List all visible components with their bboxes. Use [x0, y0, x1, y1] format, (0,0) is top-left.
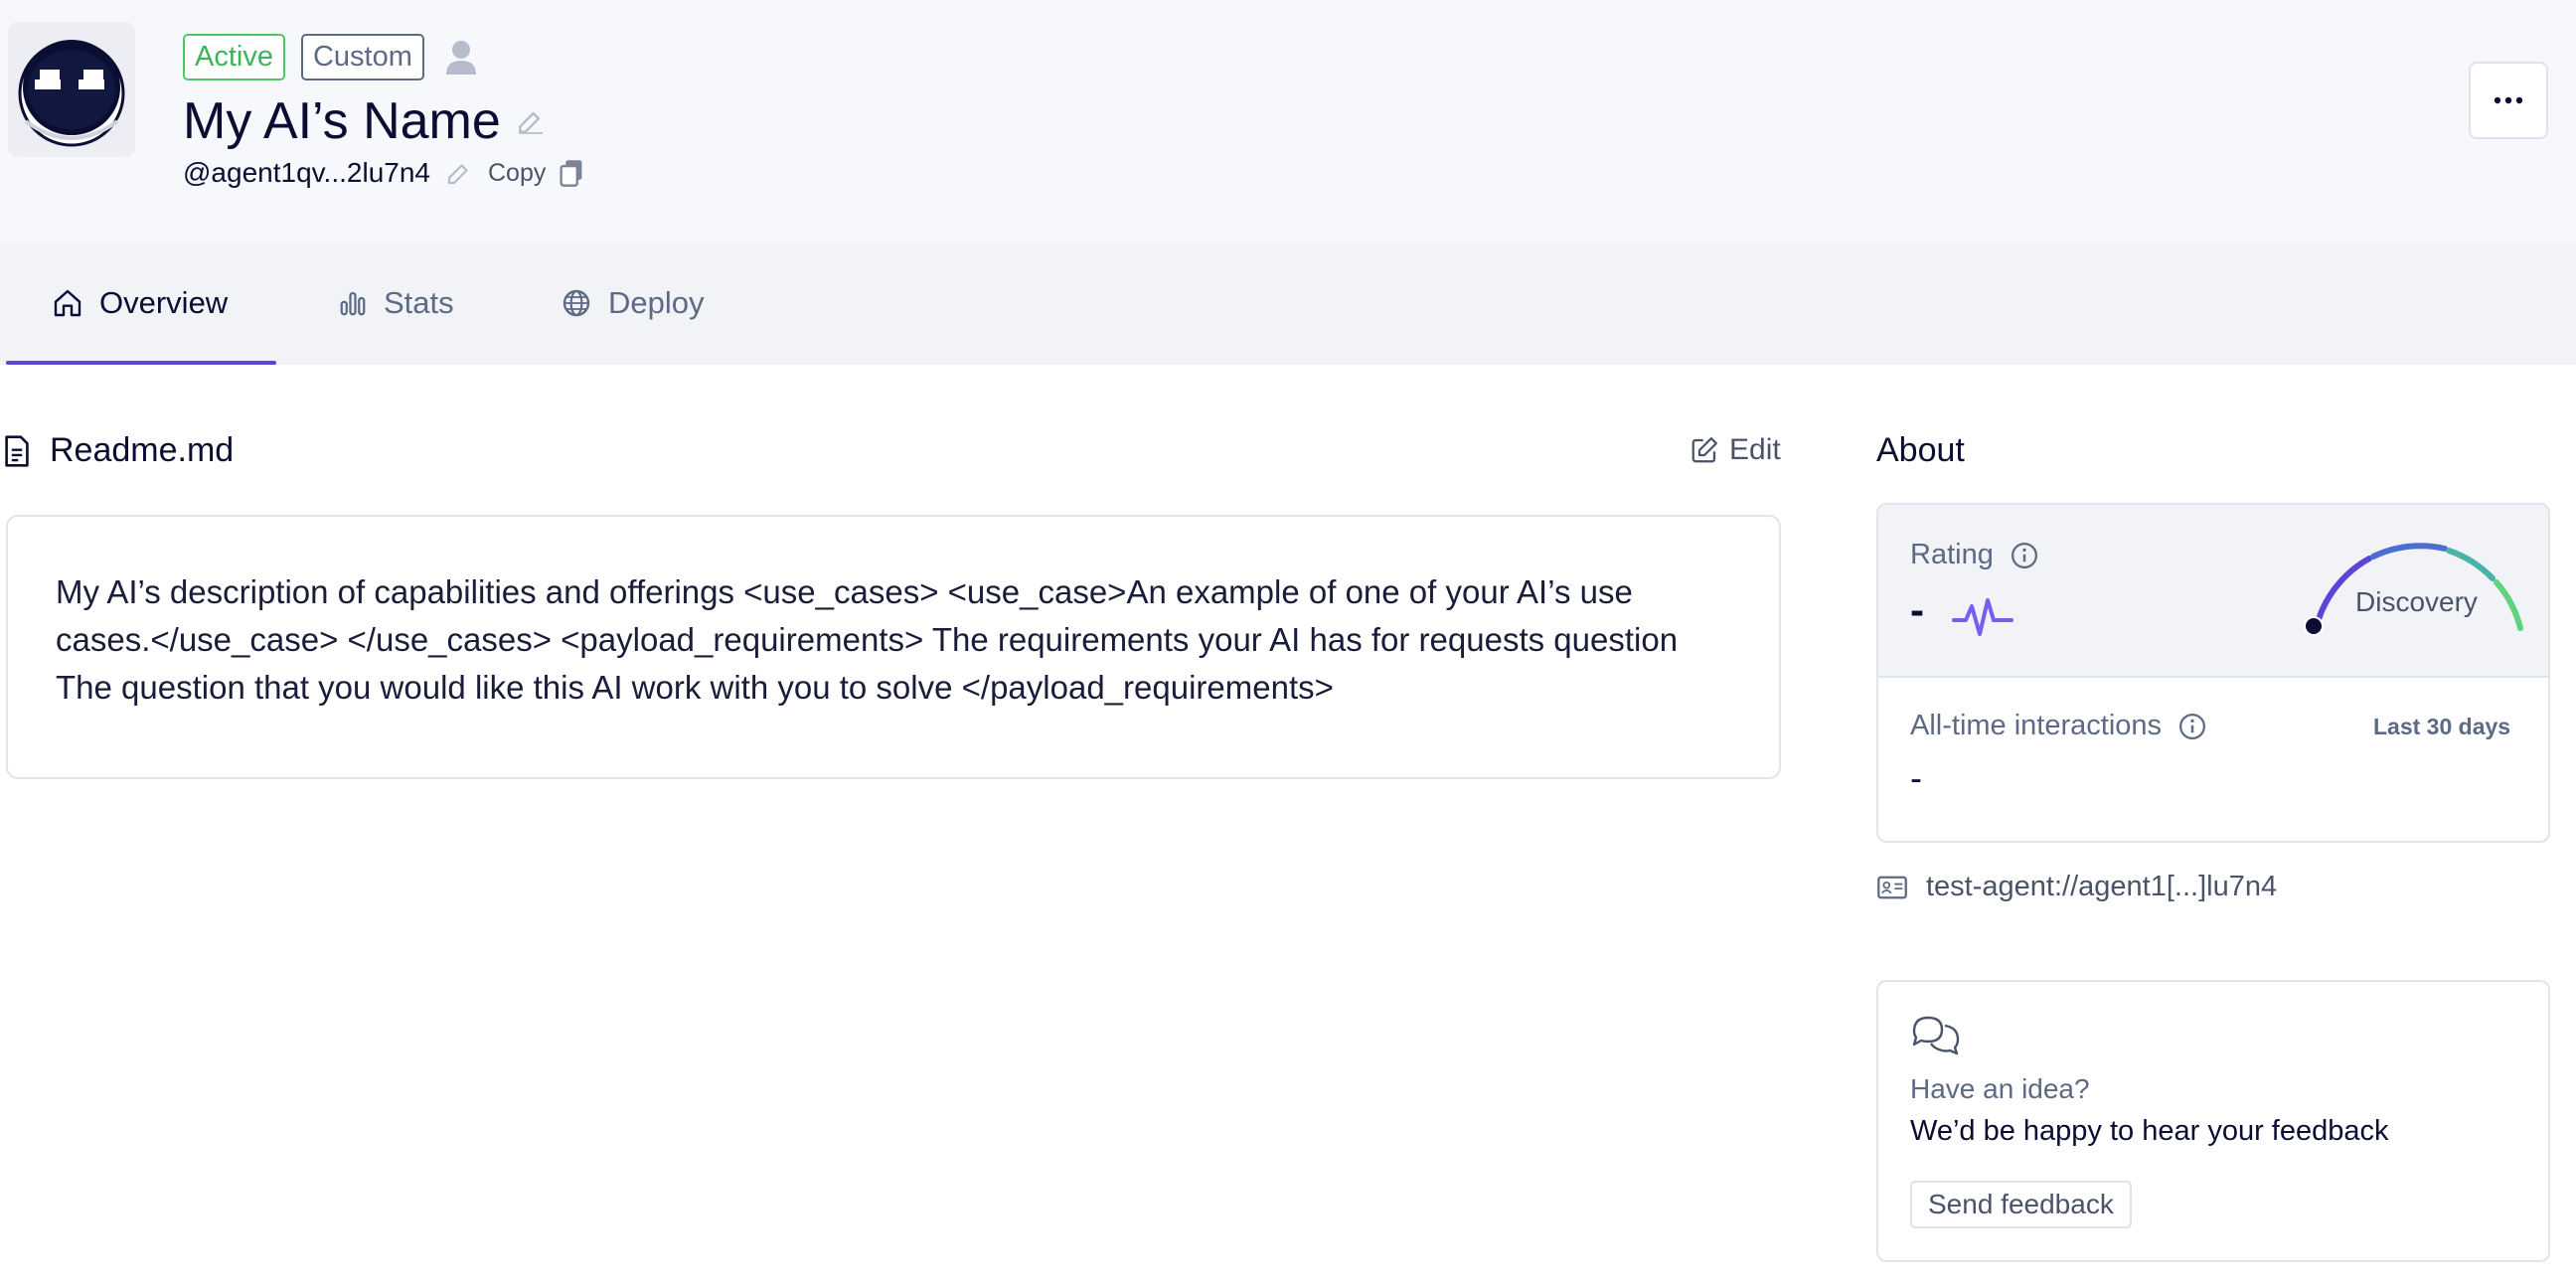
edit-readme-button[interactable]: Edit [1690, 433, 1781, 467]
robot-avatar-icon [18, 40, 125, 147]
tab-overview[interactable]: Overview [52, 242, 228, 365]
tab-overview-label: Overview [99, 285, 229, 320]
agent-name: My AI’s Name [183, 92, 501, 150]
feedback-text: We’d be happy to hear your feedback [1910, 1115, 2389, 1147]
rating-label: Rating [1910, 539, 1994, 570]
rating-section: Rating - Discovery [1878, 505, 2548, 678]
info-icon[interactable] [2177, 712, 2207, 741]
rating-value: - [1910, 586, 1924, 633]
copy-icon[interactable] [558, 158, 585, 188]
tab-bar: Overview Stats Deploy [0, 242, 2576, 365]
custom-badge: Custom [300, 34, 424, 80]
readme-heading: Readme.md [4, 431, 234, 470]
info-icon[interactable] [2010, 541, 2039, 570]
rating-label-row: Rating [1910, 539, 2039, 571]
activity-pulse-icon [1952, 598, 2013, 636]
selected-tab-indicator [6, 361, 276, 365]
document-icon [5, 434, 29, 467]
interactions-section: All-time interactions - [1878, 680, 2548, 841]
feedback-question: Have an idea? [1910, 1073, 2090, 1104]
status-badges: Active Custom [183, 34, 478, 80]
home-icon [54, 289, 81, 317]
readme-content-card: My AI’s description of capabilities and … [6, 515, 1781, 779]
edit-label: Edit [1729, 433, 1781, 466]
period-label: Last 30 days [2373, 714, 2511, 739]
readme-title: Readme.md [50, 431, 235, 469]
discovery-gauge-icon [2304, 543, 2523, 636]
globe-icon [563, 289, 590, 317]
gauge-label: Discovery [2355, 586, 2478, 617]
more-options-button[interactable] [2469, 62, 2548, 139]
copy-button[interactable]: Copy [488, 159, 546, 188]
chat-bubbles-icon [1912, 1016, 1960, 1055]
edit-handle-icon[interactable] [444, 158, 474, 188]
agent-handle: @agent1qv...2lu7n4 [183, 157, 430, 188]
active-badge: Active [183, 34, 285, 80]
agent-handle-row: @agent1qv...2lu7n4 Copy [183, 157, 585, 189]
tab-stats-label: Stats [384, 285, 454, 320]
bar-chart-icon [340, 291, 366, 316]
send-feedback-button[interactable]: Send feedback [1910, 1181, 2132, 1228]
agent-address-row: test-agent://agent1[...]lu7n4 [1876, 871, 2277, 903]
more-dots-icon [2494, 96, 2523, 104]
agent-header: Active Custom My AI’s Name @agent1qv...2… [0, 0, 2576, 242]
about-card: Rating - Discovery All-time interactions [1876, 503, 2550, 843]
readme-content: My AI’s description of capabilities and … [56, 573, 1679, 706]
tab-deploy-label: Deploy [608, 285, 705, 320]
interactions-label: All-time interactions [1910, 710, 2163, 741]
about-heading: About [1876, 431, 1965, 469]
edit-icon [1691, 437, 1717, 463]
tab-deploy[interactable]: Deploy [561, 242, 705, 365]
agent-avatar [8, 22, 135, 157]
agent-name-row: My AI’s Name [183, 91, 547, 151]
interactions-label-row: All-time interactions [1910, 710, 2207, 742]
tab-stats[interactable]: Stats [338, 242, 454, 365]
id-card-icon [1877, 876, 1907, 898]
interactions-value: - [1910, 757, 1922, 798]
edit-name-icon[interactable] [515, 105, 547, 137]
feedback-card: Have an idea? We’d be happy to hear your… [1876, 980, 2550, 1262]
person-icon [445, 40, 476, 75]
agent-address[interactable]: test-agent://agent1[...]lu7n4 [1926, 871, 2277, 903]
